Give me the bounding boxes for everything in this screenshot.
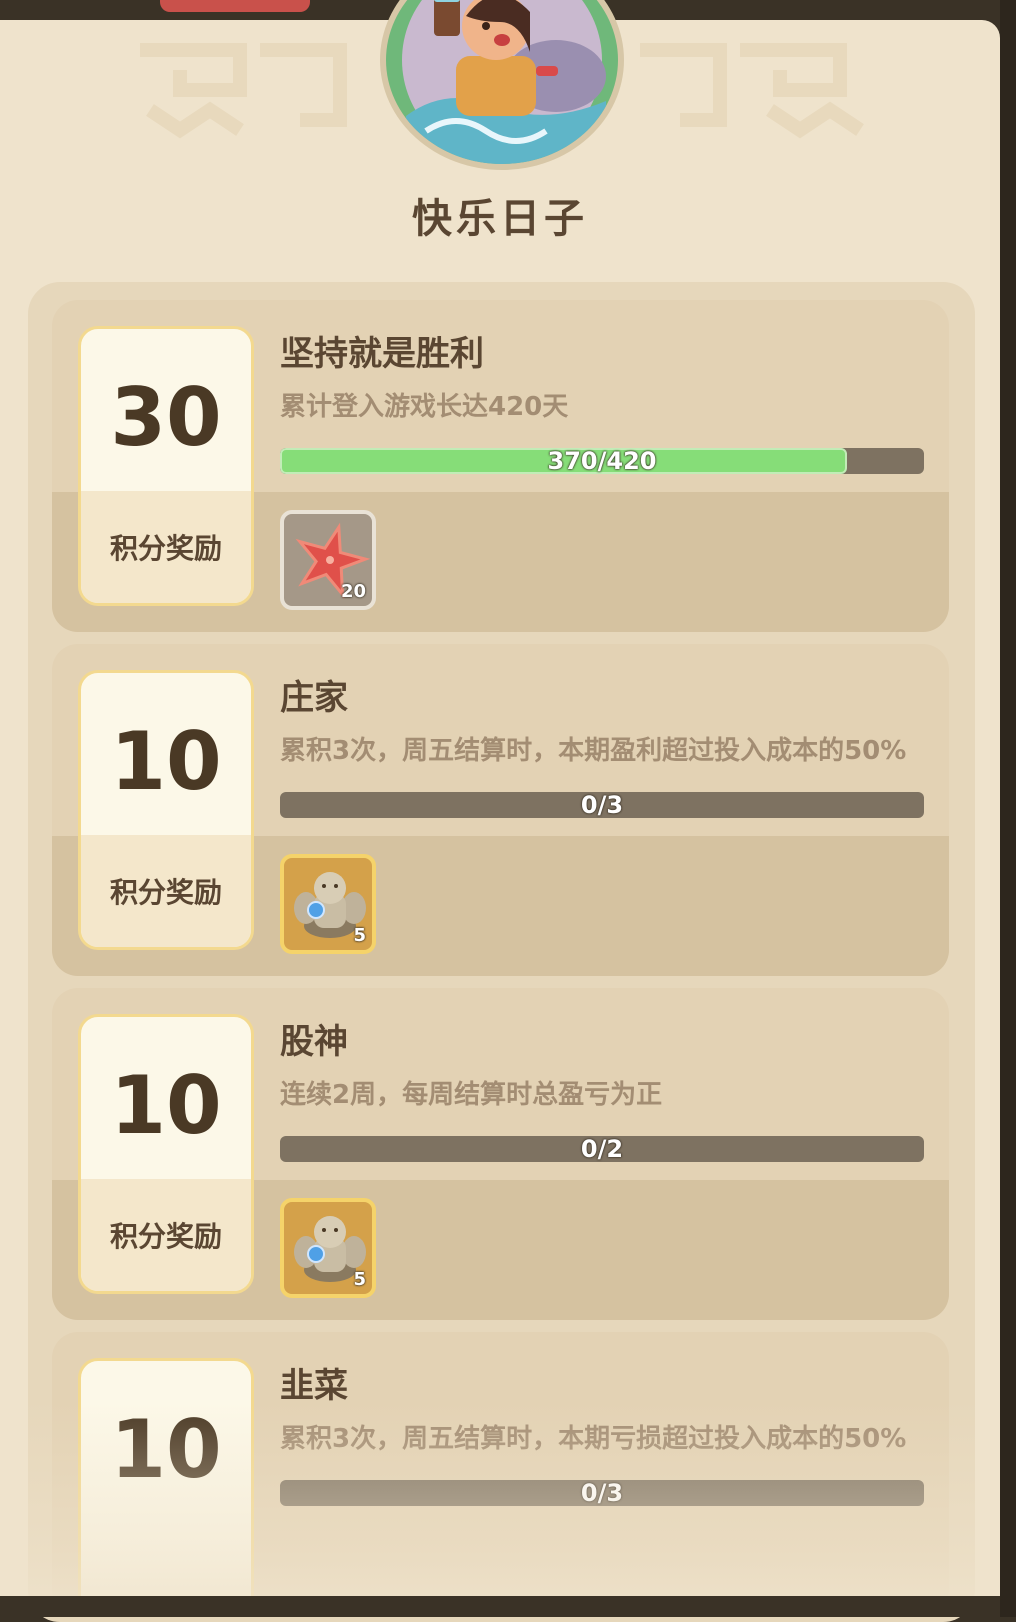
reward-item[interactable]: 20 [280,510,376,610]
page-title: 快乐日子 [412,196,588,242]
progress-bar: 0/3 [280,1480,924,1506]
points-value: 10 [110,1403,222,1496]
task-description: 累积3次，周五结算时，本期盈利超过投入成本的50% [280,736,907,766]
task-description: 累积3次，周五结算时，本期亏损超过投入成本的50% [280,1424,907,1454]
points-box: 10 积分奖励 [78,1014,254,1294]
reward-quantity: 20 [340,581,366,602]
points-value: 10 [110,1059,222,1152]
reward-quantity: 5 [353,925,366,946]
points-value: 30 [110,371,222,464]
points-value: 10 [110,715,222,808]
task-name: 韭菜 [280,1366,348,1406]
progress-text: 0/3 [580,792,624,818]
progress-bar: 370/420 [280,448,924,474]
task-card: 10 韭菜 累积3次，周五结算时，本期亏损超过投入成本的50% 0/3 [52,1332,949,1617]
top-tab-decoration [160,0,310,12]
points-box: 10 积分奖励 [78,670,254,950]
task-description: 累计登入游戏长达420天 [280,392,569,422]
bottom-bar [0,1596,1016,1617]
progress-bar: 0/2 [280,1136,924,1162]
task-name: 坚持就是胜利 [280,334,484,374]
task-card: 30 积分奖励 坚持就是胜利 累计登入游戏长达420天 370/420 20 [52,300,949,632]
points-label: 积分奖励 [109,532,222,565]
character-avatar [380,0,624,170]
points-box: 10 [78,1358,254,1617]
progress-bar: 0/3 [280,792,924,818]
points-label: 积分奖励 [109,1220,222,1253]
points-label: 积分奖励 [109,876,222,909]
reward-item[interactable]: 5 [280,1198,376,1298]
task-name: 庄家 [280,678,348,718]
task-description: 连续2周，每周结算时总盈亏为正 [280,1080,663,1110]
progress-text: 370/420 [547,448,657,474]
points-box: 30 积分奖励 [78,326,254,606]
task-card: 10 积分奖励 股神 连续2周，每周结算时总盈亏为正 0/2 5 [52,988,949,1320]
panel-right-edge [1000,0,1016,1617]
progress-text: 0/2 [580,1136,624,1162]
progress-text: 0/3 [580,1480,624,1506]
reward-item[interactable]: 5 [280,854,376,954]
task-name: 股神 [280,1022,348,1062]
task-card: 10 积分奖励 庄家 累积3次，周五结算时，本期盈利超过投入成本的50% 0/3… [52,644,949,976]
reward-quantity: 5 [353,1269,366,1290]
